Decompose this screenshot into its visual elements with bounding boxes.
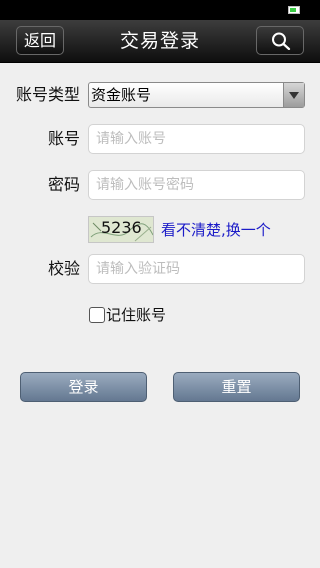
battery-icon (288, 6, 300, 14)
login-button[interactable]: 登录 (20, 372, 147, 402)
captcha-refresh-link[interactable]: 看不清楚,换一个 (161, 219, 271, 240)
account-type-select[interactable]: 资金账号 (88, 82, 305, 108)
captcha-image[interactable]: 5236 (88, 216, 154, 243)
battery-level (290, 8, 296, 12)
reset-button[interactable]: 重置 (173, 372, 300, 402)
remember-account[interactable]: 记住账号 (89, 306, 166, 324)
account-input[interactable]: 请输入账号 (88, 124, 305, 154)
dropdown-arrow-icon (283, 83, 304, 107)
captcha-code: 5236 (101, 218, 142, 237)
account-type-label: 账号类型 (15, 85, 80, 104)
navigation-bar: 交易登录 返回 (0, 20, 320, 63)
back-button[interactable]: 返回 (16, 26, 64, 55)
password-input[interactable]: 请输入账号密码 (88, 170, 305, 200)
verify-code-input[interactable]: 请输入验证码 (88, 254, 305, 284)
verify-label: 校验 (47, 259, 80, 278)
password-label: 密码 (47, 175, 80, 194)
search-button[interactable] (256, 26, 304, 55)
remember-label: 记住账号 (106, 306, 167, 324)
account-type-value: 资金账号 (91, 86, 152, 104)
account-label: 账号 (47, 129, 80, 148)
remember-checkbox[interactable] (89, 307, 105, 323)
status-bar (0, 0, 320, 20)
search-icon (272, 32, 291, 50)
